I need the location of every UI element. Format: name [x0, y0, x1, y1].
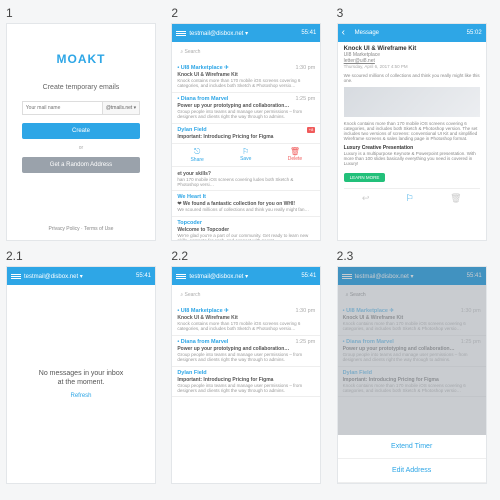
menu-icon[interactable]	[11, 274, 21, 279]
mail-item[interactable]: We Heart It❤ We found a fantastic collec…	[172, 191, 320, 216]
extend-timer-button[interactable]: Extend Timer	[338, 435, 486, 459]
panel-label: 2.1	[6, 249, 163, 263]
header-email[interactable]: testmail@disbox.net ▾	[189, 30, 248, 37]
timer: 55:41	[301, 273, 316, 279]
panel-label: 3	[337, 6, 494, 20]
panel-label: 2	[171, 6, 328, 20]
bookmark-icon: ⚐	[240, 147, 251, 156]
terms-link[interactable]: Terms of Use	[84, 226, 113, 232]
mail-item[interactable]: • UI8 Marketplace ✈1:30 pmKnock UI & Wir…	[172, 62, 320, 93]
timer: 55:41	[301, 30, 316, 36]
menu-icon[interactable]	[176, 274, 186, 279]
mail-item[interactable]: TopcoderWelcome to TopcoderWe're glad yo…	[172, 217, 320, 241]
back-icon[interactable]	[342, 29, 352, 37]
reply-icon[interactable]: ↩	[362, 193, 370, 204]
share-icon: ⎋	[190, 147, 203, 157]
delete-button[interactable]: 🗑Delete	[288, 147, 302, 163]
trash-icon[interactable]: 🗑	[450, 193, 461, 204]
or-divider: or	[79, 145, 83, 151]
app-logo: MOAKT	[57, 52, 106, 66]
privacy-link[interactable]: Privacy Policy	[49, 226, 80, 232]
message-date: Thursday, April 6, 2017 4:50 PM	[344, 64, 480, 69]
timer: 55:41	[136, 273, 151, 279]
message-body: Knock UI & Wireframe Kit UI8 Marketplace…	[338, 42, 486, 208]
empty-state: No messages in your inbox at the moment.…	[7, 285, 155, 483]
random-address-button[interactable]: Get a Random Address	[22, 157, 140, 173]
mail-name-input[interactable]	[22, 101, 103, 115]
flag-badge: +8	[307, 127, 316, 133]
message-actions: ↩ ⚐ 🗑	[344, 188, 480, 204]
create-button[interactable]: Create	[22, 123, 140, 139]
screen-create: MOAKT Create temporary emails @tmails.ne…	[6, 23, 156, 241]
menu-icon[interactable]	[176, 31, 186, 36]
panel-label: 2.3	[337, 249, 494, 263]
app-header: testmail@disbox.net ▾ 55:41	[172, 24, 320, 42]
search-input[interactable]: ⌕ Search	[176, 289, 316, 301]
app-header: testmail@disbox.net ▾ 55:41	[172, 267, 320, 285]
mail-item[interactable]: Dylan FieldImportant: Introducing Pricin…	[172, 367, 320, 398]
action-sheet: Extend Timer Edit Address	[338, 435, 486, 483]
bookmark-icon[interactable]: ⚐	[406, 193, 414, 204]
trash-icon: 🗑	[288, 147, 302, 156]
mail-item[interactable]: • Diana from Marvel1:25 pmPower up your …	[172, 93, 320, 124]
tagline: Create temporary emails	[43, 84, 120, 91]
edit-address-button[interactable]: Edit Address	[338, 459, 486, 483]
header-title: Message	[355, 30, 379, 36]
refresh-link[interactable]: Refresh	[70, 393, 91, 399]
mail-item[interactable]: et your skills?han 170 mobile iOS screen…	[172, 167, 320, 192]
swipe-actions: ⎋Share ⚐Save 🗑Delete	[172, 144, 320, 167]
screen-message: Message 55:02 Knock UI & Wireframe Kit U…	[337, 23, 487, 241]
inbox-list: • UI8 Marketplace ✈1:30 pmKnock UI & Wir…	[172, 62, 320, 241]
panel-label: 1	[6, 6, 163, 20]
empty-text: No messages in your inbox at the moment.	[39, 369, 123, 387]
mail-item[interactable]: Dylan Field+8Important: Introducing Pric…	[172, 124, 320, 144]
mail-item[interactable]: • Diana from Marvel1:25 pmPower up your …	[172, 336, 320, 367]
screen-action-sheet: testmail@disbox.net ▾ 55:41 ⌕ Search • U…	[337, 266, 487, 484]
timer: 55:02	[467, 30, 482, 36]
app-header: Message 55:02	[338, 24, 486, 42]
screen-empty: testmail@disbox.net ▾ 55:41 No messages …	[6, 266, 156, 484]
footer-links: Privacy Policy · Terms of Use	[7, 226, 155, 232]
email-input-row: @tmails.net ▾	[22, 101, 140, 115]
domain-select[interactable]: @tmails.net ▾	[103, 101, 140, 115]
screen-inbox: testmail@disbox.net ▾ 55:41 ⌕ Search • U…	[171, 23, 321, 241]
app-header: testmail@disbox.net ▾ 55:41	[7, 267, 155, 285]
panel-label: 2.2	[171, 249, 328, 263]
search-input[interactable]: ⌕ Search	[176, 46, 316, 58]
learn-more-button[interactable]: LEARN MORE	[344, 173, 386, 182]
save-button[interactable]: ⚐Save	[240, 147, 251, 163]
inbox-list: • UI8 Marketplace ✈1:30 pmKnock UI & Wir…	[172, 305, 320, 397]
hero-image	[344, 87, 480, 117]
share-button[interactable]: ⎋Share	[190, 147, 203, 163]
mail-item[interactable]: • UI8 Marketplace ✈1:30 pmKnock UI & Wir…	[172, 305, 320, 336]
screen-inbox-plain: testmail@disbox.net ▾ 55:41 ⌕ Search • U…	[171, 266, 321, 484]
